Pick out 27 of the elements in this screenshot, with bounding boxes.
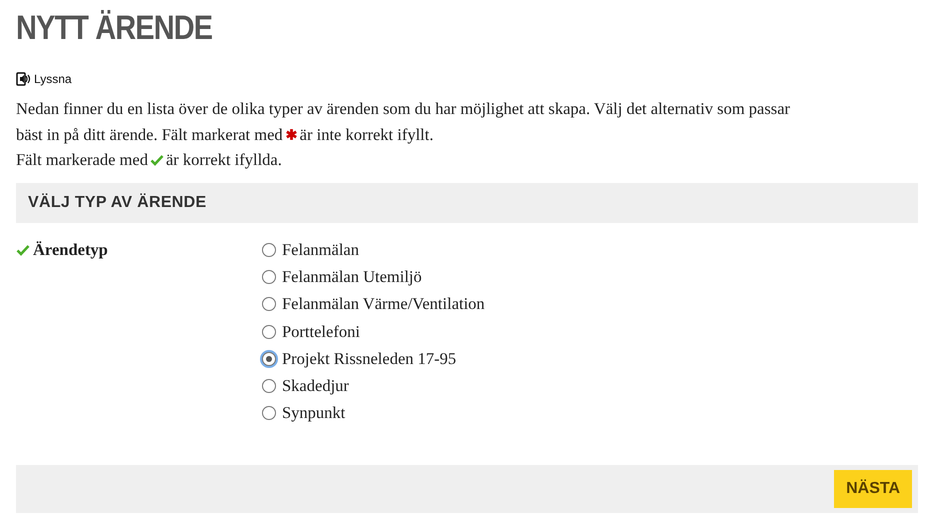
- radio-button[interactable]: [262, 324, 276, 339]
- page-title: NYTT ÄRENDE: [16, 8, 214, 49]
- radio-button[interactable]: [262, 270, 276, 284]
- option-label[interactable]: Felanmälan Utemiljö: [282, 267, 422, 288]
- radio-button[interactable]: [262, 406, 276, 420]
- radio-button[interactable]: [262, 352, 276, 366]
- next-button[interactable]: NÄSTA: [834, 470, 912, 508]
- speaker-icon[interactable]: [16, 72, 31, 86]
- intro-text: bäst in på ditt ärende. Fält markerat med: [16, 124, 283, 144]
- radio-button[interactable]: [262, 243, 276, 258]
- intro-text: Nedan finner du en lista över de olika typer av ärenden som du har möjlighet att skapa. Välj det alternativ som passar: [16, 99, 790, 118]
- checkmark-icon: [150, 154, 164, 166]
- option-label[interactable]: Synpunkt: [282, 403, 346, 424]
- intro-text: är korrekt ifyllda.: [166, 150, 282, 169]
- option-label[interactable]: Skadedjur: [282, 376, 349, 396]
- option-label[interactable]: Projekt Rissneleden 17-95: [282, 348, 456, 369]
- option-label[interactable]: Felanmälan Värme/Ventilation: [282, 294, 485, 314]
- section-heading: VÄLJ TYP AV ÄRENDE: [28, 194, 206, 212]
- intro-text: är inte korrekt ifyllt.: [300, 124, 434, 144]
- listen-link[interactable]: Lyssna: [34, 72, 72, 86]
- radio-button[interactable]: [262, 379, 276, 394]
- option-label[interactable]: Porttelefoni: [282, 322, 360, 342]
- asterisk-icon: [284, 128, 298, 140]
- field-label: Ärendetyp: [33, 240, 108, 260]
- option-label[interactable]: Felanmälan: [282, 240, 359, 260]
- radio-button[interactable]: [262, 297, 276, 312]
- intro-text: Fält markerade med: [16, 150, 148, 169]
